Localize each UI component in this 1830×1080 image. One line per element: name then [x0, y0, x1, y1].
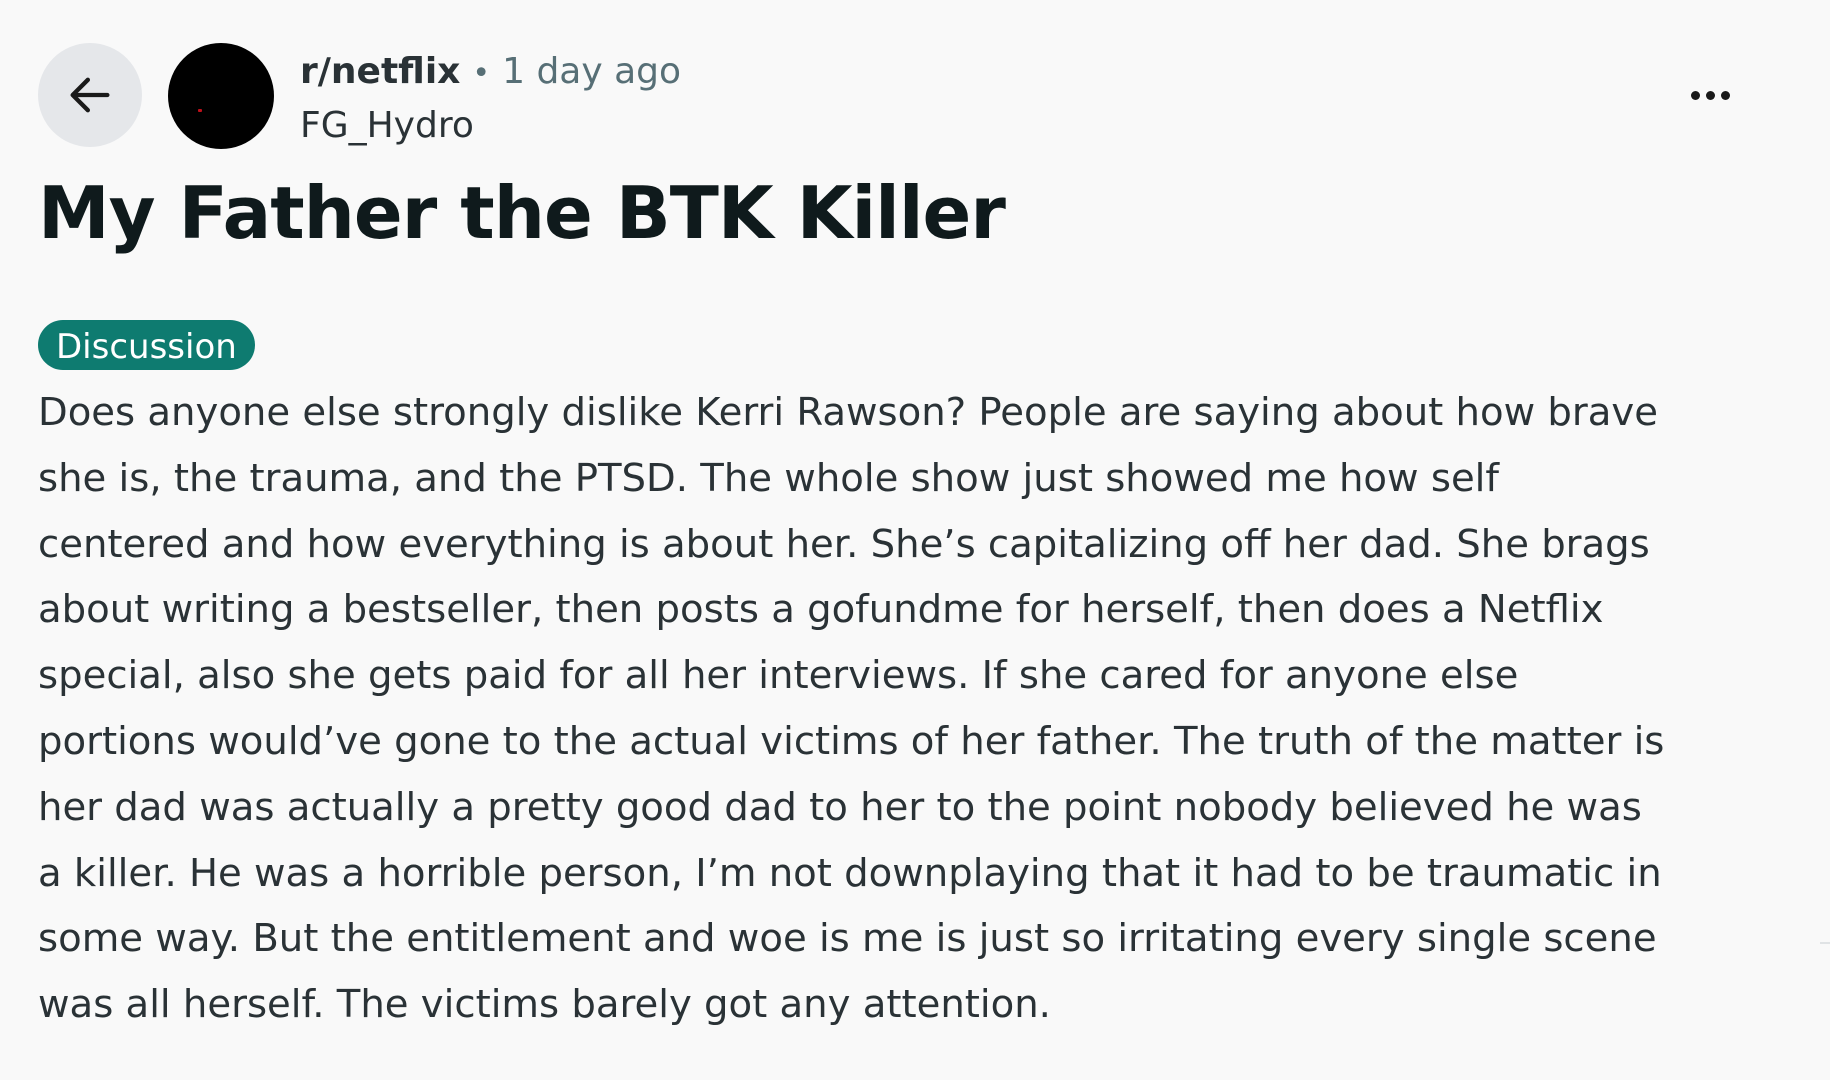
post-body-line: about writing a bestseller, then posts a…: [38, 587, 1604, 633]
more-dot-icon: [1690, 90, 1700, 100]
post-body-line: a killer. He was a horrible person, I’m …: [38, 850, 1662, 896]
post-body-line: she is, the trauma, and the PTSD. The wh…: [38, 455, 1499, 501]
more-dot-icon: [1705, 90, 1715, 100]
post-body-line: portions would’ve gone to the actual vic…: [38, 718, 1665, 764]
arrow-left-icon: [70, 77, 110, 113]
post-page: r/netflix • 1 day ago FG_Hydro My Father…: [0, 0, 1830, 1080]
post-title: My Father the BTK Killer: [38, 171, 1006, 255]
back-button[interactable]: [38, 43, 142, 147]
post-body-line: some way. But the entitlement and woe is…: [38, 916, 1657, 962]
community-avatar[interactable]: [168, 43, 274, 149]
meta-separator: •: [472, 56, 491, 91]
post-flair[interactable]: Discussion: [38, 320, 255, 370]
post-body-line: her dad was actually a pretty good dad t…: [38, 784, 1642, 830]
post-body-line: was all herself. The victims barely got …: [38, 982, 1051, 1028]
more-options-button[interactable]: [1670, 62, 1750, 128]
avatar-detail: [198, 109, 202, 112]
more-dot-icon: [1720, 90, 1730, 100]
post-body-line: Does anyone else strongly dislike Kerri …: [38, 390, 1658, 435]
post-time: 1 day ago: [502, 51, 682, 92]
author-link[interactable]: FG_Hydro: [300, 102, 681, 150]
post-body: Does anyone else strongly dislike Kerri …: [38, 380, 1788, 1038]
post-body-line: centered and how everything is about her…: [38, 521, 1650, 567]
divider: [1820, 942, 1830, 944]
post-body-line: special, also she gets paid for all her …: [38, 653, 1519, 699]
subreddit-link[interactable]: r/netflix: [300, 48, 460, 96]
post-meta: r/netflix • 1 day ago FG_Hydro: [300, 48, 681, 148]
